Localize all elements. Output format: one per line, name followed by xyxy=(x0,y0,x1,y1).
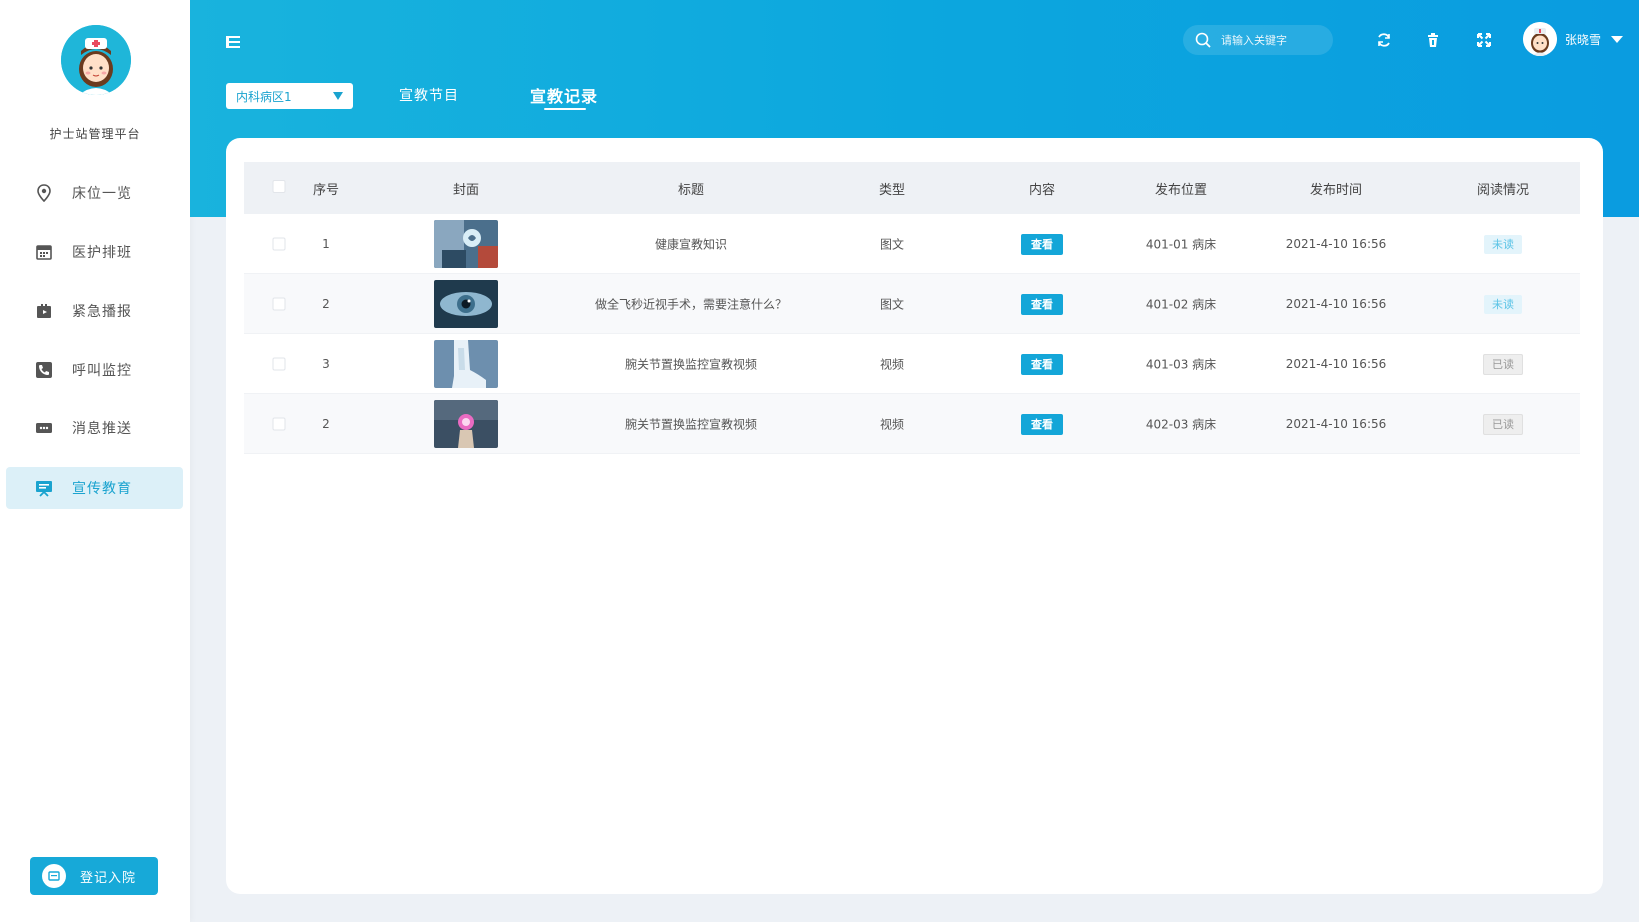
sidebar-item-label: 消息推送 xyxy=(72,421,132,437)
refresh-icon[interactable] xyxy=(1376,32,1392,48)
cover-thumbnail[interactable] xyxy=(434,279,498,328)
select-all-checkbox[interactable] xyxy=(272,179,286,193)
sidebar-item-bed-overview[interactable]: 床位一览 xyxy=(6,172,183,214)
row-location: 401-01 病床 xyxy=(1145,237,1217,251)
status-badge: 未读 xyxy=(1484,294,1522,314)
row-time: 2021-4-10 16:56 xyxy=(1285,416,1387,431)
chevron-down-icon xyxy=(1611,35,1624,43)
sidebar-item-call-monitor[interactable]: 呼叫监控 xyxy=(6,349,183,391)
row-checkbox[interactable] xyxy=(272,237,286,250)
row-type: 视频 xyxy=(879,357,905,371)
row-index: 2 xyxy=(322,296,330,311)
header-read-status: 阅读情况 xyxy=(1476,182,1530,198)
fullscreen-icon[interactable] xyxy=(1476,32,1492,48)
row-index: 1 xyxy=(322,236,330,251)
cover-thumbnail[interactable] xyxy=(434,399,498,448)
row-time: 2021-4-10 16:56 xyxy=(1285,236,1387,251)
row-title: 腕关节置换监控宣教视频 xyxy=(624,357,758,371)
sidebar-item-schedule[interactable]: 医护排班 xyxy=(6,231,183,273)
sidebar-item-label: 呼叫监控 xyxy=(72,363,132,379)
view-button[interactable]: 查看 xyxy=(1021,413,1063,435)
table-row: 2 腕关节置换监控宣教视频 视频 查看 402-03 病床 2021-4-10 … xyxy=(244,394,1580,454)
header-time: 发布时间 xyxy=(1309,182,1363,198)
view-button[interactable]: 查看 xyxy=(1021,293,1063,315)
ward-select-value: 内科病区1 xyxy=(236,89,292,104)
row-title: 健康宣教知识 xyxy=(654,237,728,251)
sidebar-item-label: 紧急播报 xyxy=(72,304,132,320)
table-row: 2 做全飞秒近视手术，需要注意什么？ 图文 查看 401-02 病床 2021-… xyxy=(244,274,1580,334)
view-button[interactable]: 查看 xyxy=(1021,353,1063,375)
message-icon xyxy=(34,418,54,438)
header-index: 序号 xyxy=(312,182,340,198)
row-checkbox[interactable] xyxy=(272,357,286,370)
row-index: 2 xyxy=(322,416,330,431)
row-index: 3 xyxy=(322,356,330,371)
cover-thumbnail[interactable] xyxy=(434,339,498,388)
search-box[interactable] xyxy=(1183,25,1333,55)
row-type: 图文 xyxy=(879,237,905,251)
table-row: 1 健康宣教知识 图文 查看 401-01 病床 2021-4-10 16:56… xyxy=(244,214,1580,274)
row-time: 2021-4-10 16:56 xyxy=(1285,296,1387,311)
status-badge: 未读 xyxy=(1484,234,1522,254)
broadcast-icon xyxy=(34,301,54,321)
sidebar-item-message-push[interactable]: 消息推送 xyxy=(6,407,183,449)
row-checkbox[interactable] xyxy=(272,417,286,430)
header-title: 标题 xyxy=(677,182,705,198)
header-type: 类型 xyxy=(878,182,906,198)
tab-education-programs[interactable]: 宣教节目 xyxy=(399,85,459,105)
sidebar-item-education[interactable]: 宣传教育 xyxy=(6,467,183,509)
search-input[interactable] xyxy=(1221,33,1321,47)
table-row: 3 腕关节置换监控宣教视频 视频 查看 401-03 病床 2021-4-10 … xyxy=(244,334,1580,394)
row-title: 腕关节置换监控宣教视频 xyxy=(624,417,758,431)
active-tab-underline xyxy=(544,108,586,110)
location-pin-icon xyxy=(34,183,54,203)
sidebar-item-emergency-broadcast[interactable]: 紧急播报 xyxy=(6,290,183,332)
register-admission-button[interactable]: 登记入院 xyxy=(30,857,158,895)
calendar-icon xyxy=(34,242,54,262)
register-icon xyxy=(42,864,66,888)
trash-icon[interactable] xyxy=(1425,32,1441,48)
row-location: 402-03 病床 xyxy=(1145,417,1217,431)
table-header: 序号 封面 标题 类型 内容 发布位置 发布时间 阅读情况 xyxy=(244,162,1580,214)
row-location: 401-02 病床 xyxy=(1145,297,1217,311)
records-card: 序号 封面 标题 类型 内容 发布位置 发布时间 阅读情况 1 健康宣教知识 图… xyxy=(226,138,1603,894)
row-checkbox[interactable] xyxy=(272,297,286,310)
sidebar-item-label: 宣传教育 xyxy=(72,481,132,497)
brand-title: 护士站管理平台 xyxy=(49,127,141,141)
sidebar-item-label: 床位一览 xyxy=(72,186,132,202)
menu-toggle-icon[interactable] xyxy=(226,33,240,48)
row-time: 2021-4-10 16:56 xyxy=(1285,356,1387,371)
phone-icon xyxy=(34,360,54,380)
sidebar-item-label: 医护排班 xyxy=(72,245,132,261)
nurse-avatar xyxy=(61,25,131,95)
triangle-down-icon xyxy=(333,92,343,100)
header-cover: 封面 xyxy=(452,182,480,198)
row-type: 视频 xyxy=(879,417,905,431)
ward-select[interactable]: 内科病区1 xyxy=(226,83,353,109)
user-name: 张晓雪 xyxy=(1565,32,1602,47)
view-button[interactable]: 查看 xyxy=(1021,233,1063,255)
status-badge: 已读 xyxy=(1483,413,1523,435)
row-type: 图文 xyxy=(879,297,905,311)
search-icon xyxy=(1195,32,1211,48)
row-title: 做全飞秒近视手术，需要注意什么？ xyxy=(594,297,788,311)
header-location: 发布位置 xyxy=(1154,182,1208,198)
avatar xyxy=(1523,22,1557,56)
user-menu[interactable]: 张晓雪 xyxy=(1523,22,1624,56)
register-admission-label: 登记入院 xyxy=(80,870,137,886)
presentation-icon xyxy=(34,478,54,498)
status-badge: 已读 xyxy=(1483,353,1523,375)
cover-thumbnail[interactable] xyxy=(434,219,498,268)
header-content: 内容 xyxy=(1028,182,1056,198)
row-location: 401-03 病床 xyxy=(1145,357,1217,371)
tab-education-records[interactable]: 宣教记录 xyxy=(530,83,598,107)
records-table: 序号 封面 标题 类型 内容 发布位置 发布时间 阅读情况 1 健康宣教知识 图… xyxy=(244,162,1580,454)
sidebar: 护士站管理平台 床位一览 医护排班 紧急播报 呼叫监控 消息推送 宣传教育 登记… xyxy=(0,0,190,922)
